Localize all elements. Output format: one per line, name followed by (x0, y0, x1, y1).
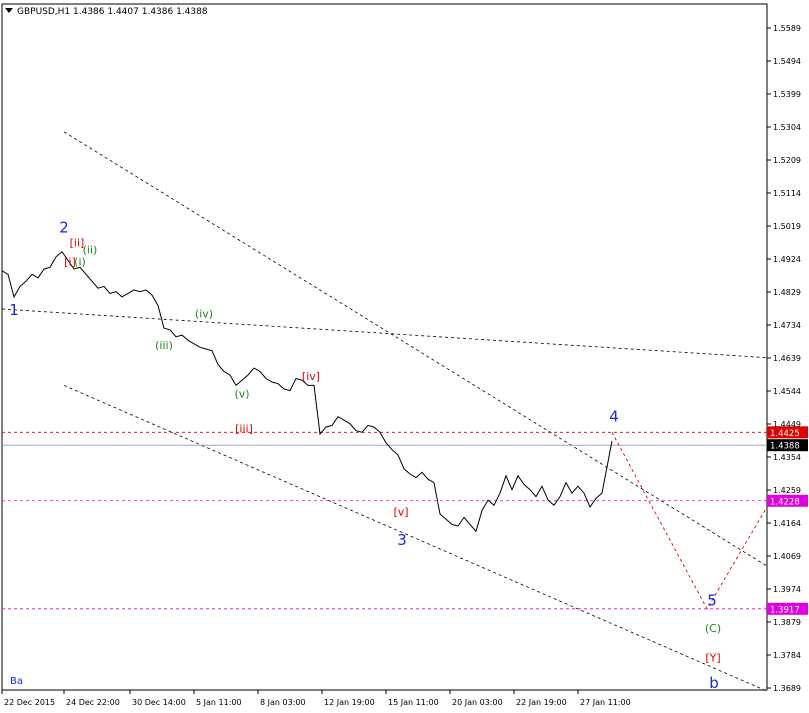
x-tick-label: 8 Jan 03:00 (260, 698, 306, 707)
y-tick-label: 1.4449 (773, 420, 801, 429)
y-tick-label: 1.4259 (773, 486, 801, 495)
x-tick-label: 5 Jan 11:00 (196, 698, 242, 707)
wave-label: (iii) (155, 339, 173, 352)
wave-label: b (709, 674, 719, 692)
price-axis: 1.4425 1.4388 1.4228 1.3917 1.5589 1.5494 1.53… (767, 24, 808, 693)
y-tick-label: 1.5399 (773, 90, 801, 99)
projection-path (611, 432, 768, 610)
wave-label: [iii] (235, 422, 253, 435)
plot-frame (1, 3, 768, 691)
wave-label: [v] (393, 506, 408, 519)
collapse-triangle-icon[interactable] (5, 8, 13, 13)
symbol-info: GBPUSD,H1 1.4386 1.4407 1.4386 1.4388 (17, 7, 208, 17)
y-tick-label: 1.5589 (773, 24, 801, 33)
channel-line (63, 385, 768, 692)
y-tick-label: 1.5209 (773, 156, 801, 165)
wave-label: (v) (234, 388, 249, 401)
chart-header: GBPUSD,H1 1.4386 1.4407 1.4386 1.4388 (5, 7, 208, 17)
x-tick-label: 27 Jan 11:00 (580, 698, 631, 707)
level-label: 1.3917 (770, 605, 800, 615)
y-tick-label: 1.3689 (773, 684, 801, 693)
level-label: 1.4388 (770, 442, 800, 452)
y-tick-label: 1.3784 (773, 651, 801, 660)
wave-label: (C) (705, 622, 721, 635)
x-tick-label: 30 Dec 14:00 (132, 698, 186, 707)
y-tick-label: 1.5304 (773, 123, 801, 132)
wave-label: 1 (9, 301, 19, 319)
wave-label: 5 (707, 591, 717, 609)
x-tick-label: 15 Jan 11:00 (388, 698, 439, 707)
wave-label: 2 (59, 219, 69, 237)
wave-label: 3 (397, 531, 407, 549)
wave-label: (iv) (195, 308, 213, 321)
y-tick-label: 1.4544 (773, 387, 801, 396)
channel-line (1, 308, 768, 359)
price-chart[interactable]: 1.4425 1.4388 1.4228 1.3917 1.5589 1.5494 1.53… (0, 0, 809, 713)
watermark-label: Ba (10, 676, 23, 687)
y-tick-label: 1.5114 (773, 189, 801, 198)
y-tick-label: 1.4734 (773, 321, 801, 330)
y-tick-label: 1.3974 (773, 585, 801, 594)
x-tick-label: 24 Dec 22:00 (66, 698, 120, 707)
y-tick-label: 1.4829 (773, 288, 801, 297)
wave-label: (ii) (83, 243, 98, 256)
wave-labels: 12345b[ii][i](ii)(i)(iv)(iii)(v)[iv][iii… (9, 219, 721, 692)
y-tick-label: 1.4354 (773, 453, 801, 462)
wave-label: [iv] (302, 370, 320, 383)
y-tick-label: 1.4924 (773, 255, 801, 264)
x-tick-label: 20 Jan 03:00 (452, 698, 503, 707)
y-tick-label: 1.4639 (773, 354, 801, 363)
y-tick-label: 1.4164 (773, 519, 801, 528)
chart-root: 1.4425 1.4388 1.4228 1.3917 1.5589 1.5494 1.53… (0, 0, 809, 713)
wave-label: (i) (74, 256, 86, 269)
plot-area (1, 3, 768, 692)
x-tick-label: 22 Jan 19:00 (516, 698, 567, 707)
level-label: 1.4228 (770, 497, 800, 507)
y-tick-label: 1.5019 (773, 222, 801, 231)
level-label: 1.4425 (770, 429, 800, 439)
y-tick-label: 1.4069 (773, 552, 801, 561)
wave-label: 4 (609, 408, 619, 426)
y-tick-label: 1.3879 (773, 618, 801, 627)
x-tick-label: 22 Dec 2015 (4, 698, 55, 707)
y-tick-label: 1.5494 (773, 57, 801, 66)
time-axis: 22 Dec 2015 24 Dec 22:00 30 Dec 14:00 5 Jan… (1, 690, 631, 707)
wave-label: [Y] (705, 652, 720, 665)
price-series (1, 250, 613, 533)
x-tick-label: 12 Jan 19:00 (324, 698, 375, 707)
